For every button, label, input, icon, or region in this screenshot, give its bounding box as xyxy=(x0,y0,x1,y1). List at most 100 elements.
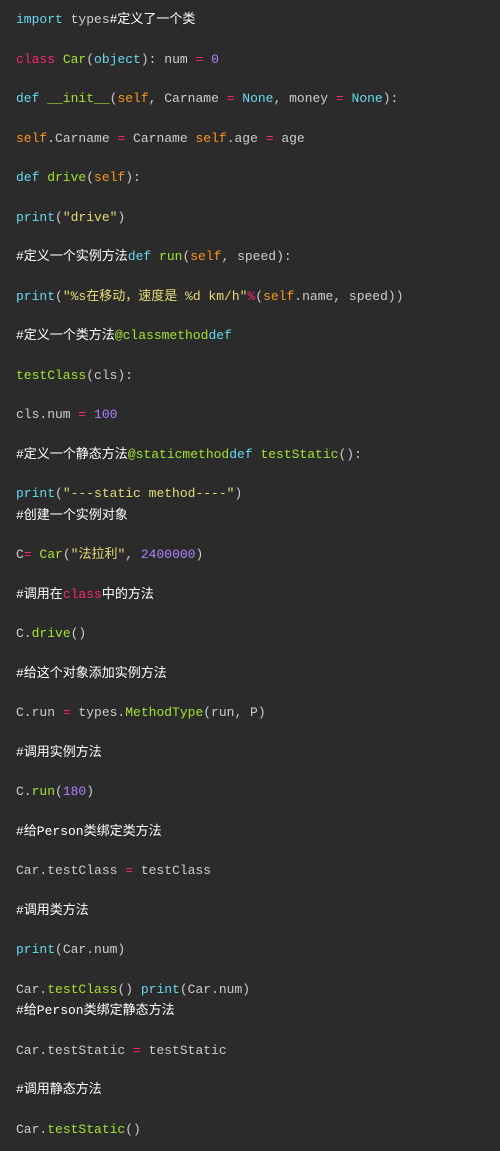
code-line: #调用静态方法 xyxy=(16,1080,484,1100)
none: None xyxy=(352,91,383,106)
self: self xyxy=(263,289,294,304)
comment: #定义一个类方法 xyxy=(16,328,115,343)
keyword: def xyxy=(229,447,252,462)
comment: #给这个对象添加实例方法 xyxy=(16,666,167,681)
operator: = xyxy=(24,547,40,562)
code-editor[interactable]: import types#定义了一个类 class Car(object): n… xyxy=(16,10,484,1139)
builtin: print xyxy=(16,210,55,225)
text: () xyxy=(71,626,87,641)
code-line: #给Person类绑定类方法 xyxy=(16,822,484,842)
classname: Car xyxy=(55,52,86,67)
text: , speed): xyxy=(221,249,291,264)
string: "%s在移动，速度是 %d km/h" xyxy=(63,289,248,304)
funcname: testStatic xyxy=(253,447,339,462)
param: self xyxy=(94,170,125,185)
code-line: import types#定义了一个类 xyxy=(16,10,484,30)
text: ): xyxy=(125,170,141,185)
code-line: print("---static method----") xyxy=(16,484,484,504)
funcname: testClass xyxy=(47,982,117,997)
code-line: #创建一个实例对象 xyxy=(16,506,484,526)
comment: #定义一个实例方法 xyxy=(16,249,128,264)
number: 180 xyxy=(63,784,86,799)
text: (cls): xyxy=(86,368,133,383)
code-line: print(Car.num) xyxy=(16,940,484,960)
funcname: testClass xyxy=(16,368,86,383)
text: C. xyxy=(16,784,32,799)
funcname: testStatic xyxy=(47,1122,125,1137)
comment: #调用在 xyxy=(16,587,63,602)
operator: = xyxy=(125,863,141,878)
text: .age xyxy=(227,131,266,146)
code-line: #调用实例方法 xyxy=(16,743,484,763)
operator: = xyxy=(266,131,282,146)
operator: = xyxy=(195,52,211,67)
decorator: @classmethod xyxy=(115,328,209,343)
classname: Car xyxy=(39,547,62,562)
number: 0 xyxy=(211,52,219,67)
code-line: #定义一个实例方法def run(self, speed): xyxy=(16,247,484,267)
keyword: def xyxy=(128,249,151,264)
text: () xyxy=(117,982,140,997)
comment: #定义了一个类 xyxy=(110,12,196,27)
text: Car. xyxy=(16,1122,47,1137)
code-line: C= Car("法拉利", 2400000) xyxy=(16,545,484,565)
text: , Carname xyxy=(149,91,227,106)
comment: #定义一个静态方法 xyxy=(16,447,128,462)
comment: #给Person类绑定类方法 xyxy=(16,824,162,839)
string: "drive" xyxy=(63,210,118,225)
text: ( xyxy=(86,52,94,67)
text: ( xyxy=(55,486,63,501)
comment: #调用实例方法 xyxy=(16,745,102,760)
text: ) xyxy=(195,547,203,562)
operator: = xyxy=(133,1043,149,1058)
keyword: class xyxy=(16,52,55,67)
builtin: print xyxy=(16,942,55,957)
builtin: print xyxy=(16,486,55,501)
text: Car.testStatic xyxy=(16,1043,133,1058)
string: "法拉利" xyxy=(71,547,126,562)
self: self xyxy=(16,131,47,146)
text: C. xyxy=(16,626,32,641)
param: self xyxy=(190,249,221,264)
comment: 中的方法 xyxy=(102,587,154,602)
text: types. xyxy=(78,705,125,720)
funcname: drive xyxy=(39,170,86,185)
code-line: #调用类方法 xyxy=(16,901,484,921)
operator: = xyxy=(336,91,352,106)
code-line: print("drive") xyxy=(16,208,484,228)
text: Car. xyxy=(16,982,47,997)
text: testClass xyxy=(141,863,211,878)
funcname: __init__ xyxy=(39,91,109,106)
text: cls.num xyxy=(16,407,78,422)
text: (Car.num) xyxy=(180,982,250,997)
text: .name, speed)) xyxy=(294,289,403,304)
text: ): num xyxy=(141,52,196,67)
code-line: def __init__(self, Carname = None, money… xyxy=(16,89,484,109)
code-line: Car.testStatic = testStatic xyxy=(16,1041,484,1061)
code-line: Car.testClass() print(Car.num) xyxy=(16,980,484,1000)
funcname: run xyxy=(151,249,182,264)
text: ) xyxy=(117,210,125,225)
text: C.run xyxy=(16,705,63,720)
code-line: class Car(object): num = 0 xyxy=(16,50,484,70)
operator: = xyxy=(78,407,94,422)
string: "---static method----" xyxy=(63,486,235,501)
number: 100 xyxy=(94,407,117,422)
code-line: C.run = types.MethodType(run, P) xyxy=(16,703,484,723)
self: self xyxy=(195,131,226,146)
keyword: def xyxy=(16,91,39,106)
text: C xyxy=(16,547,24,562)
param: self xyxy=(117,91,148,106)
comment: #给Person类绑定静态方法 xyxy=(16,1003,175,1018)
code-line: Car.testClass = testClass xyxy=(16,861,484,881)
code-line: Car.testStatic() xyxy=(16,1120,484,1140)
operator: = xyxy=(227,91,243,106)
comment: #调用静态方法 xyxy=(16,1082,102,1097)
text: (run, P) xyxy=(203,705,265,720)
text: ( xyxy=(55,784,63,799)
code-line: #调用在class中的方法 xyxy=(16,585,484,605)
funcname: drive xyxy=(32,626,71,641)
code-line: #定义一个类方法@classmethoddef xyxy=(16,326,484,346)
text: (Car.num) xyxy=(55,942,125,957)
text: ): xyxy=(383,91,399,106)
